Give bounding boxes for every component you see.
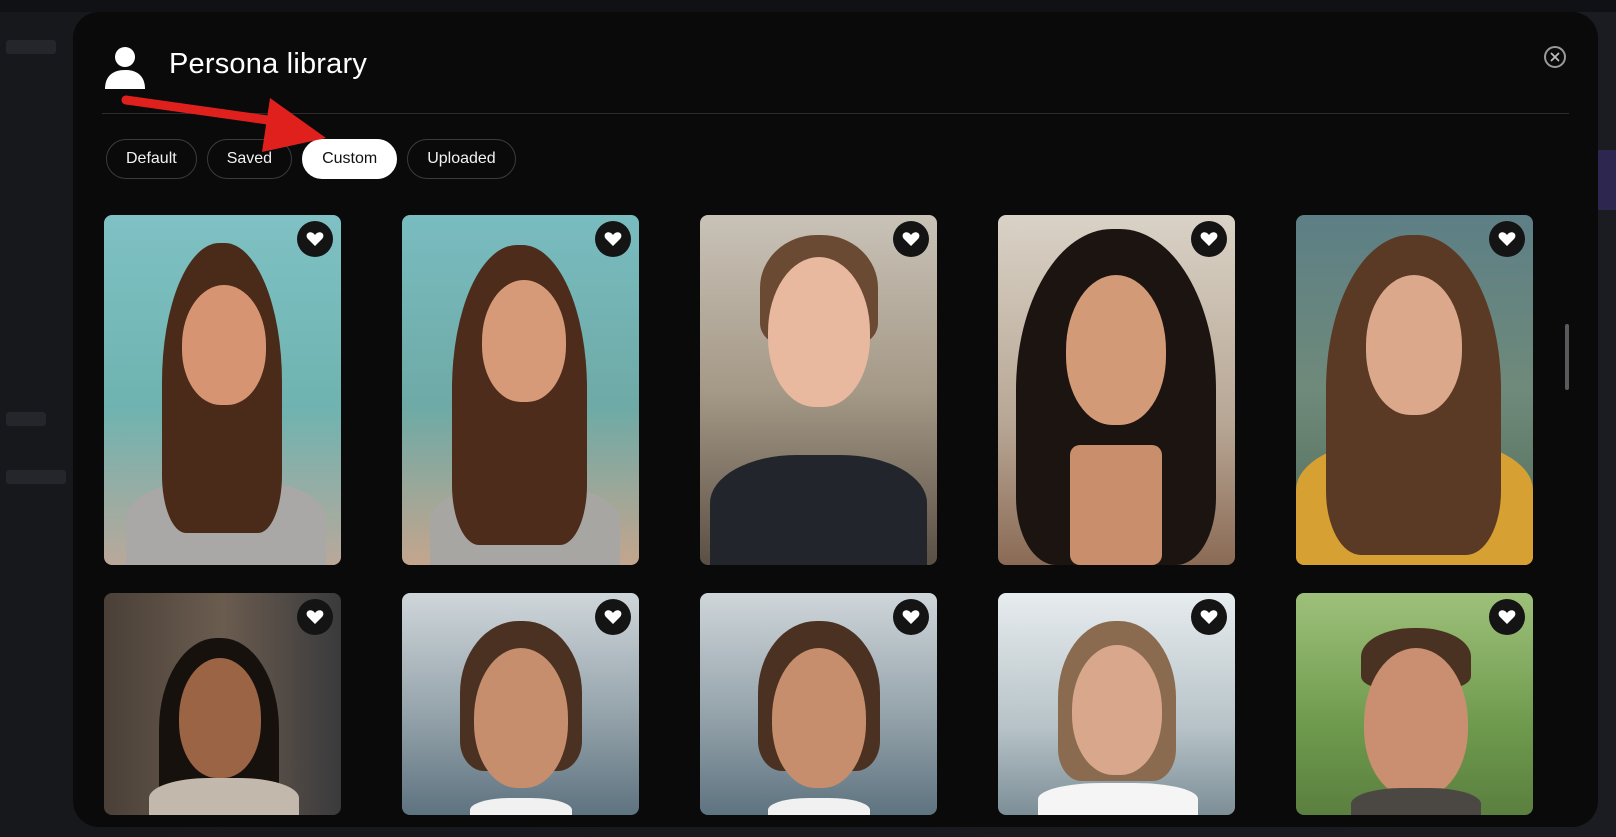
favorite-button[interactable]	[893, 599, 929, 635]
persona-photo	[104, 215, 341, 565]
modal-header: Persona library	[73, 12, 1598, 114]
favorite-button[interactable]	[1191, 221, 1227, 257]
persona-card[interactable]	[1296, 593, 1533, 815]
favorite-button[interactable]	[893, 221, 929, 257]
tab-label: Custom	[322, 150, 378, 167]
persona-card[interactable]	[402, 215, 639, 565]
persona-card[interactable]	[700, 593, 937, 815]
heart-icon	[902, 232, 920, 246]
tab-uploaded[interactable]: Uploaded	[407, 139, 516, 179]
persona-tabs: Default Saved Custom Uploaded	[106, 139, 516, 179]
persona-photo	[998, 215, 1235, 565]
background-element	[6, 412, 46, 426]
heart-icon	[1498, 232, 1516, 246]
heart-icon	[604, 232, 622, 246]
modal-title: Persona library	[169, 48, 368, 80]
heart-icon	[1200, 610, 1218, 624]
heart-icon	[306, 232, 324, 246]
close-icon	[1550, 52, 1560, 62]
persona-photo	[402, 215, 639, 565]
persona-card[interactable]	[1296, 215, 1533, 565]
heart-icon	[604, 610, 622, 624]
persona-card[interactable]	[998, 215, 1235, 565]
persona-card[interactable]	[104, 593, 341, 815]
heart-icon	[1498, 610, 1516, 624]
tab-label: Default	[126, 150, 177, 167]
scrollbar-thumb[interactable]	[1565, 324, 1569, 390]
persona-card[interactable]	[998, 593, 1235, 815]
heart-icon	[306, 610, 324, 624]
heart-icon	[902, 610, 920, 624]
tab-saved[interactable]: Saved	[206, 139, 293, 179]
persona-card[interactable]	[700, 215, 937, 565]
favorite-button[interactable]	[297, 221, 333, 257]
persona-card[interactable]	[402, 593, 639, 815]
favorite-button[interactable]	[1489, 221, 1525, 257]
background-element	[6, 40, 56, 54]
persona-library-modal: Persona library Default Saved Custom Upl…	[73, 12, 1598, 827]
favorite-button[interactable]	[1489, 599, 1525, 635]
background-element	[6, 470, 66, 484]
favorite-button[interactable]	[297, 599, 333, 635]
close-button[interactable]	[1544, 46, 1566, 68]
heart-icon	[1200, 232, 1218, 246]
tab-label: Uploaded	[427, 150, 496, 167]
tab-default[interactable]: Default	[106, 139, 197, 179]
header-divider	[102, 113, 1569, 114]
favorite-button[interactable]	[595, 599, 631, 635]
person-silhouette-icon	[105, 47, 145, 89]
tab-custom[interactable]: Custom	[302, 139, 398, 179]
favorite-button[interactable]	[595, 221, 631, 257]
tab-label: Saved	[226, 150, 273, 167]
persona-photo	[1296, 215, 1533, 565]
persona-card[interactable]	[104, 215, 341, 565]
background-topbar	[0, 0, 1616, 12]
persona-photo	[700, 215, 937, 565]
favorite-button[interactable]	[1191, 599, 1227, 635]
